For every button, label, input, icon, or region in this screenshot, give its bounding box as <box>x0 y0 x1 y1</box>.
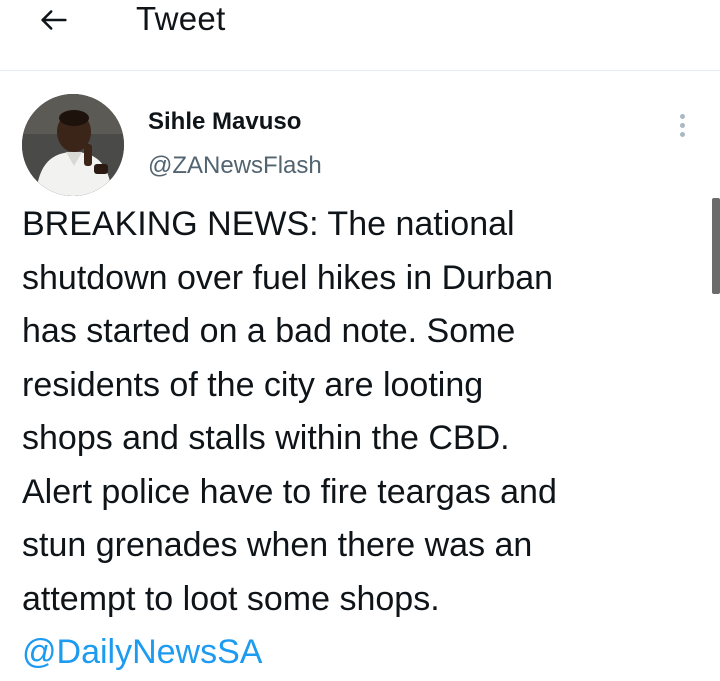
tweet-text-line: stun grenades when there was an <box>22 526 533 564</box>
more-vertical-icon-dot <box>679 131 685 137</box>
tweet-text-line: shops and stalls within the CBD. <box>22 419 510 457</box>
more-options-button[interactable] <box>668 108 696 142</box>
tweet-text-line: shutdown over fuel hikes in Durban <box>22 258 554 297</box>
tweet-text-line: attempt to loot some shops. <box>22 579 440 618</box>
avatar-image <box>22 94 124 196</box>
tweet-text-line: has started on a bad note. Some <box>22 312 516 350</box>
author-handle[interactable]: @ZANewsFlash <box>148 152 322 180</box>
back-button[interactable] <box>30 0 78 40</box>
tweet-text-line: residents of the city are looting <box>22 365 484 404</box>
avatar[interactable] <box>22 94 124 196</box>
page-title: Tweet <box>136 0 226 37</box>
author-name[interactable]: Sihle Mavuso <box>148 108 301 136</box>
more-vertical-icon <box>679 113 685 119</box>
scrollbar[interactable] <box>712 198 720 294</box>
tweet-author: Sihle Mavuso @ZANewsFlash <box>22 94 702 204</box>
tweet-text-line: BREAKING NEWS: The national <box>22 205 515 243</box>
mention-link[interactable]: @DailyNewsSA <box>22 626 692 680</box>
arrow-left-icon <box>41 10 67 30</box>
top-app-bar: Tweet <box>0 0 720 71</box>
tweet-text: BREAKING NEWS: The national shutdown ove… <box>22 198 692 680</box>
tweet-page: Tweet Sihle Mavuso @ZANewsFlash BREAKING… <box>0 0 720 681</box>
tweet-text-line: Alert police have to fire teargas and <box>22 472 557 511</box>
more-vertical-icon-dot <box>679 122 685 128</box>
